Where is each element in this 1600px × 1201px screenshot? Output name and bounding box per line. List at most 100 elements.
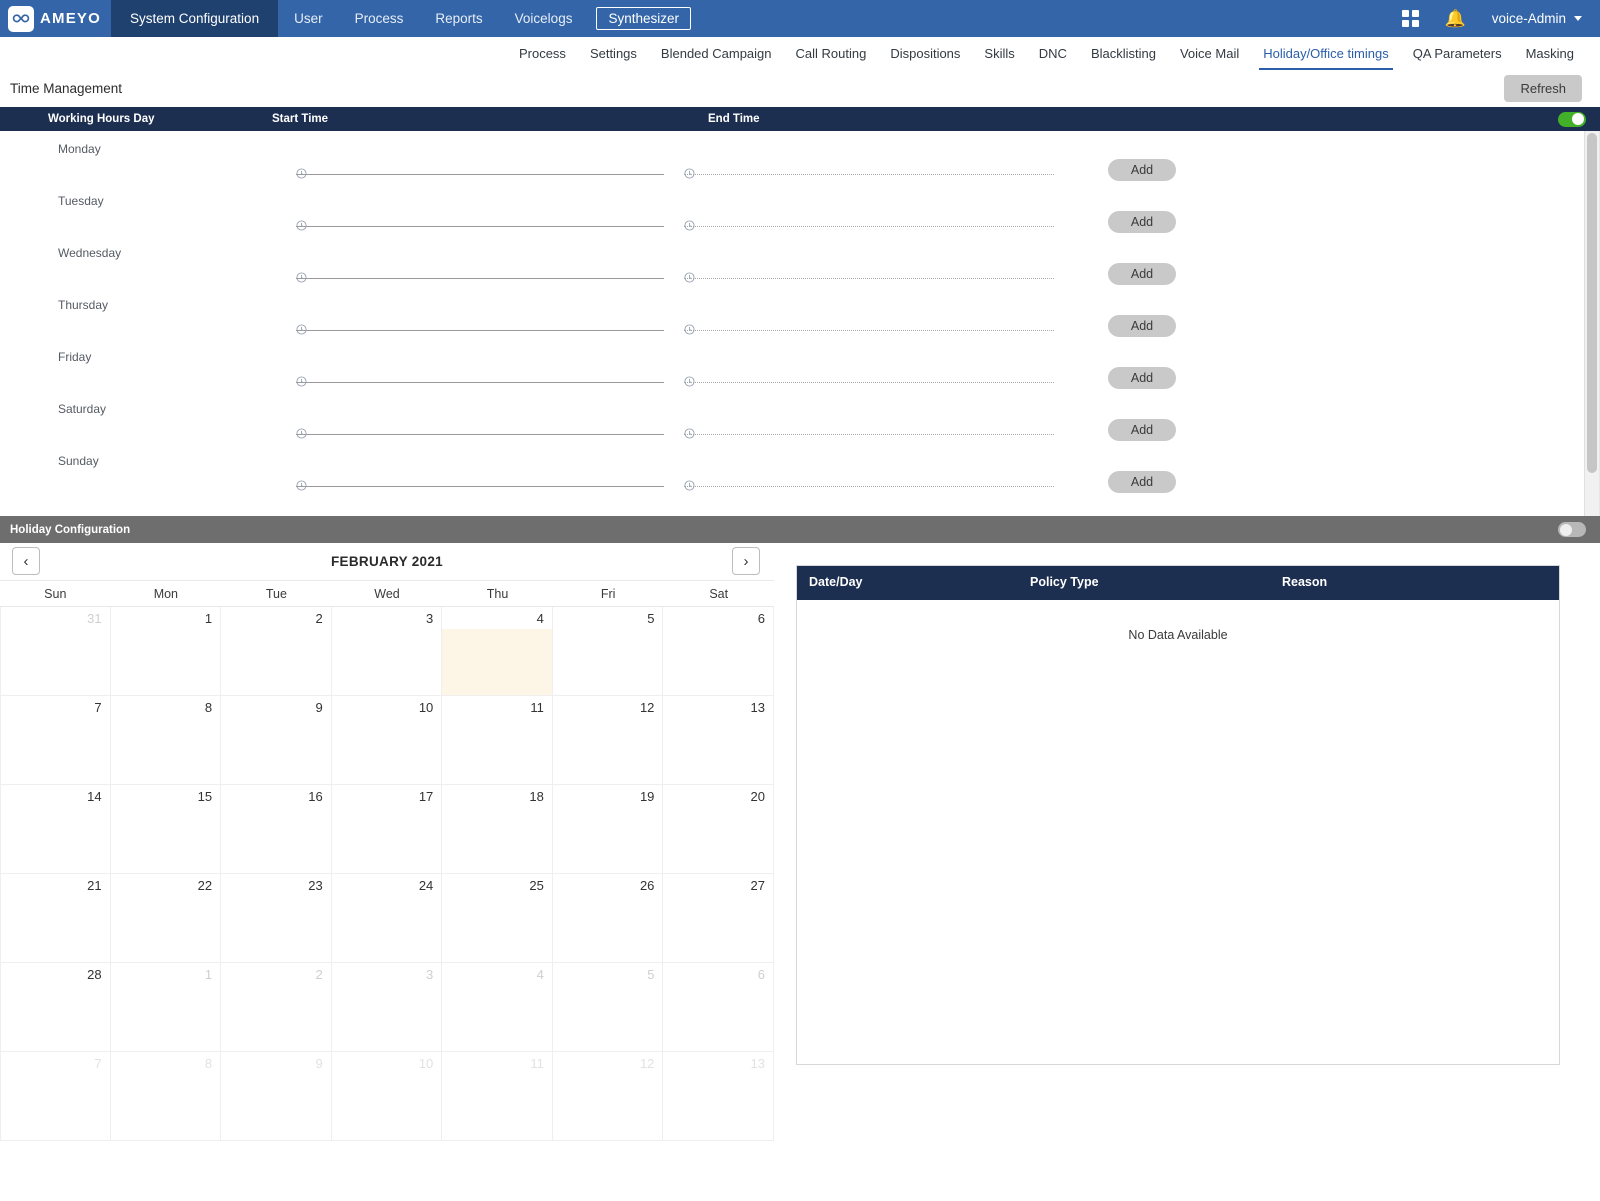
calendar-day-cell[interactable]: 10 [331,696,443,785]
calendar-day-cell[interactable]: 18 [442,785,553,874]
time-management-row: Wednesday Add [0,235,1599,287]
subnav-item-blacklisting[interactable]: Blacklisting [1079,39,1168,69]
calendar-day-cell[interactable]: 23 [221,874,332,963]
end-time-field[interactable] [684,369,1054,387]
chevron-right-icon[interactable]: › [732,547,760,575]
calendar-day-cell[interactable]: 25 [442,874,553,963]
user-menu[interactable]: voice-Admin [1492,11,1582,26]
calendar-day-cell[interactable]: 19 [552,785,664,874]
calendar-day-cell[interactable]: 27 [663,874,774,963]
end-time-field[interactable] [684,421,1054,439]
subnav-item-voice-mail[interactable]: Voice Mail [1168,39,1251,69]
add-button[interactable]: Add [1108,211,1176,233]
calendar-day-cell[interactable]: 13 [663,1052,774,1141]
calendar-day-cell[interactable]: 31 [0,607,111,696]
subnav-item-process[interactable]: Process [507,39,578,69]
calendar-day-cell[interactable]: 12 [552,1052,664,1141]
grid-apps-icon[interactable] [1401,10,1419,27]
subnav-item-qa-parameters[interactable]: QA Parameters [1401,39,1514,69]
calendar-day-cell[interactable]: 5 [552,607,664,696]
nav-item-synthesizer[interactable]: Synthesizer [596,7,691,30]
holiday-configuration-toggle[interactable] [1558,522,1586,537]
calendar-day-cell[interactable]: 9 [221,696,332,785]
calendar-day-number: 9 [315,1056,323,1071]
calendar-day-cell[interactable]: 11 [442,696,553,785]
calendar-day-cell[interactable]: 2 [221,963,332,1052]
time-management-toggle[interactable] [1558,111,1586,127]
start-time-field[interactable] [296,421,664,439]
calendar-day-cell[interactable]: 17 [331,785,443,874]
subnav-item-blended-campaign[interactable]: Blended Campaign [649,39,784,69]
calendar-day-cell[interactable]: 16 [221,785,332,874]
start-time-field[interactable] [296,161,664,179]
end-time-field[interactable] [684,161,1054,179]
start-time-field[interactable] [296,213,664,231]
nav-item-voicelogs[interactable]: Voicelogs [499,0,589,37]
calendar-day-cell[interactable]: 7 [0,1052,111,1141]
subnav-item-masking[interactable]: Masking [1514,39,1586,69]
calendar-day-cell[interactable]: 26 [552,874,664,963]
calendar-day-cell[interactable]: 10 [331,1052,443,1141]
subnav-item-call-routing[interactable]: Call Routing [784,39,879,69]
calendar-day-cell[interactable]: 6 [663,607,774,696]
calendar-day-cell[interactable]: 1 [110,607,222,696]
add-button[interactable]: Add [1108,315,1176,337]
calendar-day-cell[interactable]: 8 [110,696,222,785]
calendar-day-cell[interactable]: 20 [663,785,774,874]
calendar-day-cell[interactable]: 22 [110,874,222,963]
calendar-day-cell[interactable]: 24 [331,874,443,963]
start-time-field[interactable] [296,265,664,283]
calendar-day-cell[interactable]: 3 [331,963,443,1052]
calendar-day-cell[interactable]: 3 [331,607,443,696]
time-management-scrollbar[interactable] [1584,131,1599,516]
nav-item-reports[interactable]: Reports [419,0,498,37]
calendar-day-cell[interactable]: 14 [0,785,111,874]
top-navigation-bar: AMEYO System Configuration User Process … [0,0,1600,37]
calendar-day-cell[interactable]: 1 [110,963,222,1052]
add-button[interactable]: Add [1108,367,1176,389]
calendar-day-number: 21 [87,878,102,893]
start-time-field[interactable] [296,317,664,335]
calendar-day-cell[interactable]: 9 [221,1052,332,1141]
calendar-day-cell[interactable]: 11 [442,1052,553,1141]
nav-item-system-configuration[interactable]: System Configuration [111,0,279,37]
calendar-day-cell[interactable]: 2 [221,607,332,696]
calendar-day-number: 5 [647,611,655,626]
add-button[interactable]: Add [1108,419,1176,441]
refresh-button[interactable]: Refresh [1504,75,1582,102]
subnav-item-skills[interactable]: Skills [972,39,1026,69]
calendar-day-cell[interactable]: 5 [552,963,664,1052]
nav-item-process[interactable]: Process [339,0,420,37]
subnav-label: Holiday/Office timings [1263,45,1389,61]
subnav-item-settings[interactable]: Settings [578,39,649,69]
add-button[interactable]: Add [1108,471,1176,493]
add-button[interactable]: Add [1108,159,1176,181]
calendar-day-cell[interactable]: 7 [0,696,111,785]
nav-item-user[interactable]: User [278,0,339,37]
start-time-field[interactable] [296,473,664,491]
calendar-day-cell[interactable]: 15 [110,785,222,874]
end-time-field[interactable] [684,213,1054,231]
subnav-item-holiday-office-timings[interactable]: Holiday/Office timings [1251,39,1400,70]
calendar-day-cell[interactable]: 8 [110,1052,222,1141]
holiday-table: Date/Day Policy Type Reason No Data Avai… [796,565,1560,1065]
calendar-day-cell[interactable]: 12 [552,696,664,785]
subnav-label: Voice Mail [1179,45,1240,61]
end-time-field[interactable] [684,473,1054,491]
infinity-icon [8,5,34,32]
calendar-day-cell[interactable]: 28 [0,963,111,1052]
app-logo[interactable]: AMEYO [0,0,111,37]
calendar-panel: ‹ FEBRUARY 2021 › Sun Mon Tue Wed Thu Fri Sat … [0,543,774,1201]
calendar-day-cell[interactable]: 4 [442,963,553,1052]
end-time-field[interactable] [684,317,1054,335]
bell-icon[interactable]: 🔔 [1445,10,1466,27]
calendar-day-cell[interactable]: 4 [442,607,553,696]
end-time-field[interactable] [684,265,1054,283]
add-button[interactable]: Add [1108,263,1176,285]
start-time-field[interactable] [296,369,664,387]
subnav-item-dispositions[interactable]: Dispositions [878,39,972,69]
subnav-item-dnc[interactable]: DNC [1027,39,1079,69]
calendar-day-cell[interactable]: 6 [663,963,774,1052]
calendar-day-cell[interactable]: 13 [663,696,774,785]
calendar-day-cell[interactable]: 21 [0,874,111,963]
